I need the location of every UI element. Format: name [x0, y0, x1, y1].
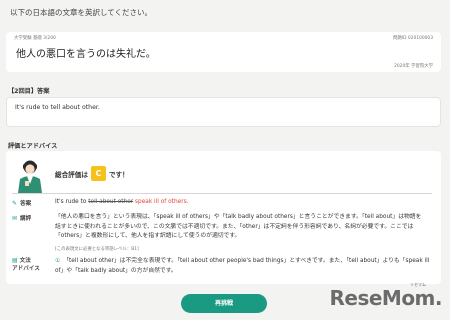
logo-name: ReseMom. — [329, 286, 442, 310]
grade-badge: C — [90, 166, 106, 181]
question-card: 大学受験 基礎 3/200 問題ID 020100003 他人の悪口を言うのは失… — [6, 32, 441, 72]
grammar-advice: ① 「tell about other」は不完全な表現です。「tell about… — [55, 257, 433, 276]
book-icon: ▤ — [12, 257, 18, 264]
question-text: 他人の悪口を言うのは失礼だ。 — [16, 49, 156, 60]
question-id: 問題ID 020100003 — [393, 36, 433, 41]
retry-button[interactable]: 再挑戦 — [181, 294, 267, 313]
answer-section-label: 【2回目】答案 — [8, 88, 50, 95]
grade-suffix: です！ — [108, 170, 129, 179]
teacher-avatar — [18, 160, 42, 193]
advice-number: ① — [55, 258, 61, 264]
grammar-advice-text: 「tell about other」は不完全な表現です。「tell about … — [55, 258, 430, 274]
answer-prefix: It's rude to — [55, 199, 89, 205]
answer-card: It's rude to tell about other. — [6, 97, 441, 127]
evaluation-section-label: 評価とアドバイス — [8, 143, 58, 150]
evaluation-divider — [12, 193, 432, 194]
resemom-logo: リセマム ReseMom. — [329, 282, 442, 310]
answer-row-label: ✎ 答案 — [12, 199, 32, 208]
explanation-row-label: ✉ 講評 — [12, 214, 32, 223]
question-meta: 大学受験 基礎 3/200 — [14, 36, 56, 41]
question-source: 2020年 学習院大学 — [394, 64, 433, 69]
word-level-note: [この表現文に必要となる単語レベル：B1] — [55, 247, 139, 252]
struck-phrase: tell about other — [88, 199, 134, 205]
grade-prefix: 総合評価は — [55, 170, 88, 179]
grammar-row-label: ▤ 文法 アドバイス — [12, 257, 40, 272]
explanation-text: 「他人の悪口を言う」という表現は、「speak ill of others」や「… — [55, 214, 422, 239]
answer-text: It's rude to tell about other. — [15, 104, 100, 111]
pencil-icon: ✎ — [12, 199, 18, 207]
instruction-text: 以下の日本語の文章を英訳してください。 — [10, 8, 153, 17]
corrected-answer: It's rude to tell about other speak ill … — [55, 198, 188, 208]
overall-grade: 総合評価は C です！ — [55, 166, 129, 181]
correction-phrase: speak ill of others. — [133, 199, 189, 205]
speech-bubble-icon: ✉ — [12, 214, 18, 222]
logo-kana: リセマム — [410, 282, 426, 287]
